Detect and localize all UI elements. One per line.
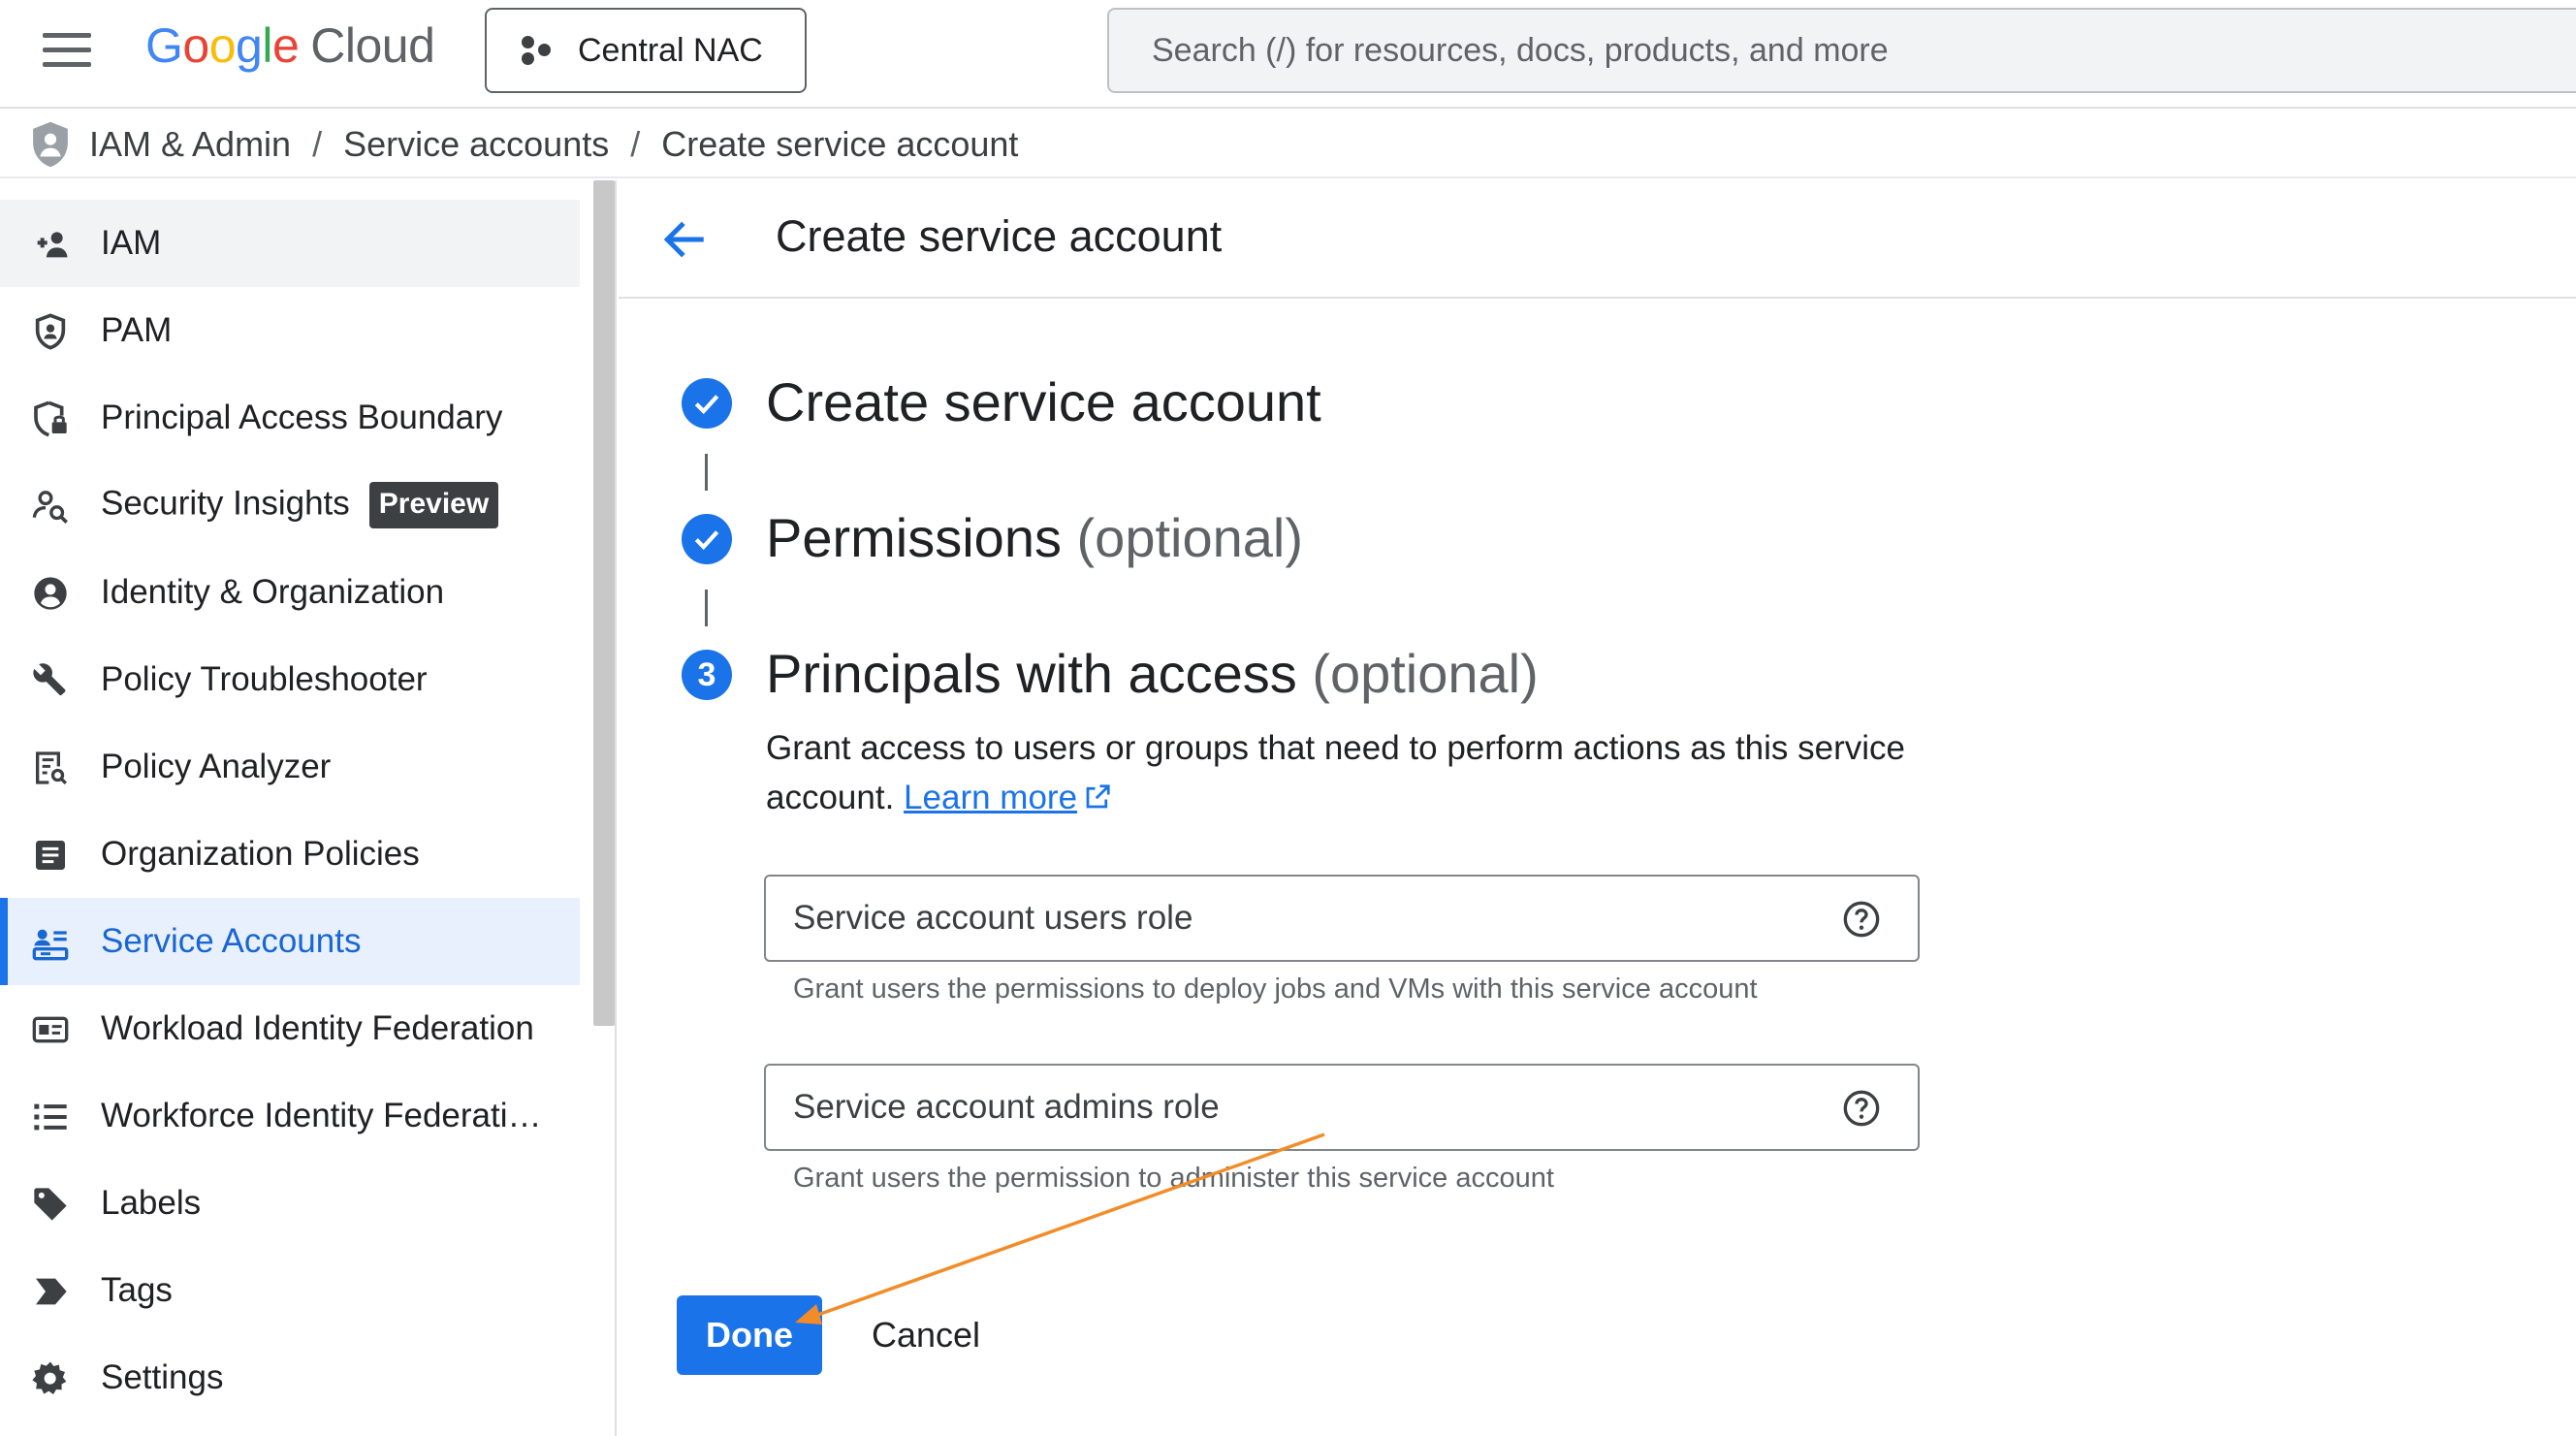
sidebar-item-workload-identity-federation[interactable]: Workload Identity Federation xyxy=(0,985,580,1072)
sidebar-item-tags[interactable]: Tags xyxy=(0,1247,580,1334)
step-complete-icon xyxy=(682,514,732,564)
step-complete-icon xyxy=(682,378,732,429)
sidebar: IAM PAM Principal Access Boundary Securi… xyxy=(0,180,617,1436)
help-icon[interactable] xyxy=(1842,1089,1881,1128)
shield-person-icon xyxy=(35,313,66,350)
sidebar-item-label: Security Insights xyxy=(101,484,350,523)
breadcrumb-service-accounts[interactable]: Service accounts xyxy=(343,124,609,164)
label-tag-icon xyxy=(34,1188,67,1221)
step-create-service-account[interactable]: Create service account xyxy=(766,370,1321,433)
sidebar-item-organization-policies[interactable]: Organization Policies xyxy=(0,811,580,898)
admins-role-hint: Grant users the permission to administer… xyxy=(793,1163,1554,1194)
service-account-admins-role-field[interactable] xyxy=(764,1064,1920,1151)
step-connector xyxy=(705,454,708,491)
cancel-button[interactable]: Cancel xyxy=(849,1295,1002,1375)
page-title: Create service account xyxy=(776,211,1223,261)
sidebar-scrollbar[interactable] xyxy=(593,180,615,1026)
iam-shield-icon xyxy=(33,121,68,168)
sidebar-item-security-insights[interactable]: Security Insights Preview xyxy=(0,462,580,549)
google-cloud-logo[interactable]: Google Cloud xyxy=(145,17,435,74)
project-name: Central NAC xyxy=(578,31,763,69)
open-in-new-icon xyxy=(1086,784,1110,809)
breadcrumb-current: Create service account xyxy=(661,124,1019,164)
learn-more-link[interactable]: Learn more xyxy=(904,779,1077,816)
wrench-icon xyxy=(33,663,66,696)
users-role-input[interactable] xyxy=(793,877,1821,960)
page-header: Create service account xyxy=(619,180,2576,299)
id-card-icon xyxy=(32,1016,69,1043)
project-hexagon-icon xyxy=(520,34,553,67)
service-account-users-role-field[interactable] xyxy=(764,875,1920,962)
step-principals-with-access: Principals with access (optional) xyxy=(766,643,1539,704)
top-bar: Google Cloud Central NAC xyxy=(0,0,2576,109)
document-search-icon xyxy=(36,751,68,785)
done-button[interactable]: Done xyxy=(677,1295,822,1375)
main-menu-icon[interactable] xyxy=(43,33,91,68)
account-circle-icon xyxy=(34,577,67,610)
breadcrumb-iam-admin[interactable]: IAM & Admin xyxy=(89,124,291,164)
sidebar-item-pam[interactable]: PAM xyxy=(0,287,580,374)
sidebar-item-principal-access-boundary[interactable]: Principal Access Boundary xyxy=(0,374,580,462)
preview-badge: Preview xyxy=(368,482,499,528)
person-search-icon xyxy=(32,491,68,524)
tag-chevron-icon xyxy=(36,1278,67,1305)
breadcrumb: IAM & Admin / Service accounts / Create serv… xyxy=(0,111,2576,178)
sidebar-item-workforce-identity-federation[interactable]: Workforce Identity Federati… xyxy=(0,1072,580,1160)
sidebar-item-policy-analyzer[interactable]: Policy Analyzer xyxy=(0,723,580,811)
list-document-icon xyxy=(36,841,65,870)
step-permissions[interactable]: Permissions (optional) xyxy=(766,506,1303,569)
project-picker-button[interactable]: Central NAC xyxy=(485,8,807,93)
gear-icon xyxy=(32,1361,67,1394)
sidebar-item-identity-organization[interactable]: Identity & Organization xyxy=(0,549,580,636)
users-role-hint: Grant users the permissions to deploy jo… xyxy=(793,973,1758,1005)
step-connector xyxy=(705,590,708,626)
step-description: Grant access to users or groups that nee… xyxy=(766,729,1905,816)
sidebar-item-settings[interactable]: Settings xyxy=(0,1334,580,1421)
shield-lock-icon xyxy=(34,400,67,437)
breadcrumb-separator: / xyxy=(630,124,641,164)
sidebar-item-iam[interactable]: IAM xyxy=(0,200,580,287)
person-add-icon xyxy=(37,232,68,258)
sidebar-item-policy-troubleshooter[interactable]: Policy Troubleshooter xyxy=(0,636,580,723)
back-arrow-icon[interactable] xyxy=(661,215,710,264)
sidebar-item-service-accounts[interactable]: Service Accounts xyxy=(0,898,580,985)
step-number-badge: 3 xyxy=(682,650,732,700)
admins-role-input[interactable] xyxy=(793,1066,1821,1149)
help-icon[interactable] xyxy=(1842,900,1881,939)
list-icon xyxy=(34,1103,67,1131)
search-input[interactable] xyxy=(1107,8,2576,93)
sidebar-item-labels[interactable]: Labels xyxy=(0,1160,580,1247)
service-account-icon xyxy=(32,929,69,961)
breadcrumb-separator: / xyxy=(312,124,323,164)
